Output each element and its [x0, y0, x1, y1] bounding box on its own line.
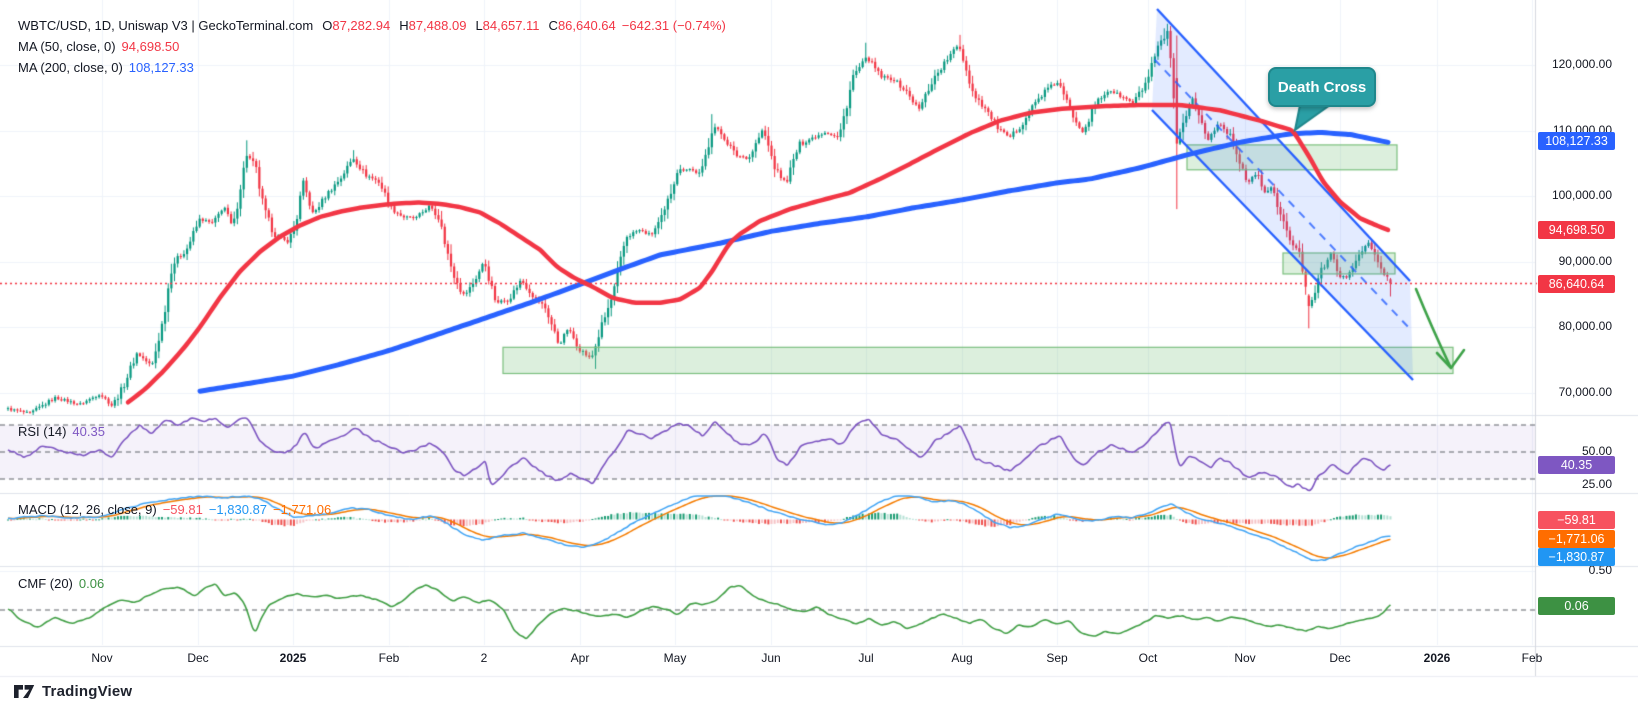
open-value: 87,282.94	[332, 18, 390, 33]
ma200-row[interactable]: MA (200, close, 0) 108,127.33	[18, 57, 726, 78]
ma50-row[interactable]: MA (50, close, 0) 94,698.50	[18, 36, 726, 57]
indicator-axis-label: 25.00	[1538, 477, 1612, 491]
trading-chart-window: WBTC/USD, 1D, Uniswap V3 | GeckoTerminal…	[0, 0, 1638, 714]
cmf-label: CMF (20)	[18, 576, 73, 591]
tradingview-brand-text: TradingView	[42, 683, 132, 700]
close-value: 86,640.64	[558, 18, 616, 33]
macd-label: MACD (12, 26, close, 9)	[18, 502, 157, 517]
macd-line-value: −1,830.87	[209, 502, 267, 517]
time-axis-label: Nov	[1217, 651, 1273, 665]
time-axis-label: Dec	[170, 651, 226, 665]
ma200-label: MA (200, close, 0)	[18, 60, 123, 75]
symbol-title: WBTC/USD, 1D, Uniswap V3 | GeckoTerminal…	[18, 18, 313, 33]
time-axis-label: Feb	[361, 651, 417, 665]
macd-legend[interactable]: MACD (12, 26, close, 9) −59.81 −1,830.87 −1…	[18, 502, 331, 517]
time-axis-label: Jun	[743, 651, 799, 665]
low-value: 84,657.11	[483, 18, 540, 33]
death-cross-callout[interactable]: Death Cross	[1268, 67, 1376, 107]
axis-value-badge: −1,771.06	[1538, 530, 1615, 548]
high-value: 87,488.09	[409, 18, 467, 33]
time-axis-label: Sep	[1029, 651, 1085, 665]
time-axis-label: Nov	[74, 651, 130, 665]
macd-signal-value: −1,771.06	[273, 502, 331, 517]
price-axis-label: 80,000.00	[1538, 319, 1612, 333]
ma200-value: 108,127.33	[129, 60, 194, 75]
time-axis-label: Oct	[1120, 651, 1176, 665]
death-cross-label: Death Cross	[1278, 79, 1366, 96]
price-axis-label: 90,000.00	[1538, 254, 1612, 268]
time-axis-label: Feb	[1504, 651, 1560, 665]
open-label: O	[322, 18, 332, 33]
rsi-legend[interactable]: RSI (14) 40.35	[18, 424, 105, 439]
tradingview-logo-icon	[14, 684, 35, 699]
time-axis-label: Aug	[934, 651, 990, 665]
chart-canvas[interactable]	[0, 0, 1638, 714]
tradingview-attribution[interactable]: TradingView	[14, 683, 132, 700]
axis-value-badge: −1,830.87	[1538, 548, 1615, 566]
axis-value-badge: 94,698.50	[1538, 221, 1615, 239]
price-axis-label: 70,000.00	[1538, 385, 1612, 399]
time-axis-label: Dec	[1312, 651, 1368, 665]
axis-value-badge: 40.35	[1538, 456, 1615, 474]
chart-legend: WBTC/USD, 1D, Uniswap V3 | GeckoTerminal…	[18, 15, 726, 78]
axis-value-badge: −59.81	[1538, 511, 1615, 529]
axis-value-badge: 0.06	[1538, 597, 1615, 615]
price-axis-label: 120,000.00	[1538, 57, 1612, 71]
cmf-legend[interactable]: CMF (20) 0.06	[18, 576, 104, 591]
axis-value-badge: 86,640.64	[1538, 275, 1615, 293]
rsi-value: 40.35	[72, 424, 105, 439]
low-label: L	[475, 18, 482, 33]
time-axis-label: Apr	[552, 651, 608, 665]
cmf-value: 0.06	[79, 576, 104, 591]
time-axis-label: May	[647, 651, 703, 665]
time-axis-label: 2	[456, 651, 512, 665]
axis-value-badge: 108,127.33	[1538, 132, 1615, 150]
price-axis-label: 100,000.00	[1538, 188, 1612, 202]
rsi-label: RSI (14)	[18, 424, 66, 439]
ma50-label: MA (50, close, 0)	[18, 39, 116, 54]
time-axis-label: 2025	[265, 651, 321, 665]
time-axis-label: 2026	[1409, 651, 1465, 665]
symbol-row[interactable]: WBTC/USD, 1D, Uniswap V3 | GeckoTerminal…	[18, 15, 726, 36]
high-label: H	[399, 18, 408, 33]
ma50-value: 94,698.50	[122, 39, 180, 54]
macd-hist-value: −59.81	[163, 502, 203, 517]
close-label: C	[549, 18, 558, 33]
time-axis-label: Jul	[838, 651, 894, 665]
change-value: −642.31 (−0.74%)	[622, 18, 726, 33]
